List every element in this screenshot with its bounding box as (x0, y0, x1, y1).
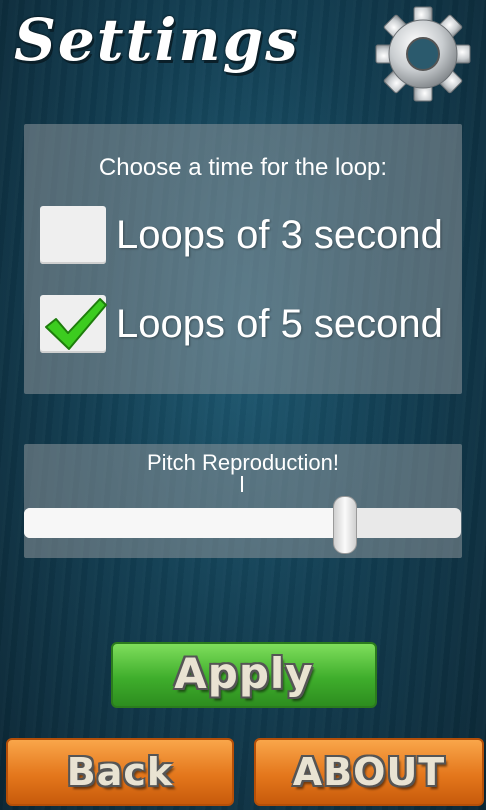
checkbox-loop-3[interactable] (40, 206, 106, 264)
apply-button[interactable]: Apply (111, 642, 377, 708)
pitch-panel: Pitch Reproduction! (24, 444, 462, 558)
checkmark-icon (45, 298, 107, 350)
option-loop-3-label: Loops of 3 second (116, 212, 443, 257)
back-button[interactable]: Back (6, 738, 234, 806)
pitch-slider-thumb[interactable] (333, 496, 357, 554)
page-title: Settings (14, 6, 300, 74)
pitch-slider-fill (24, 508, 345, 538)
loop-settings-panel: Choose a time for the loop: Loops of 3 s… (24, 124, 462, 394)
loop-prompt: Choose a time for the loop: (98, 154, 388, 181)
option-loop-3[interactable]: Loops of 3 second (40, 206, 443, 264)
pitch-label: Pitch Reproduction! (147, 450, 339, 475)
option-loop-5[interactable]: Loops of 5 second (40, 295, 443, 353)
checkbox-loop-5[interactable] (40, 295, 107, 353)
about-button[interactable]: ABOUT (254, 738, 484, 806)
option-loop-5-label: Loops of 5 second (116, 301, 443, 346)
pitch-slider[interactable] (24, 496, 461, 554)
gear-icon[interactable] (370, 6, 476, 102)
pitch-center-tick (241, 476, 243, 492)
